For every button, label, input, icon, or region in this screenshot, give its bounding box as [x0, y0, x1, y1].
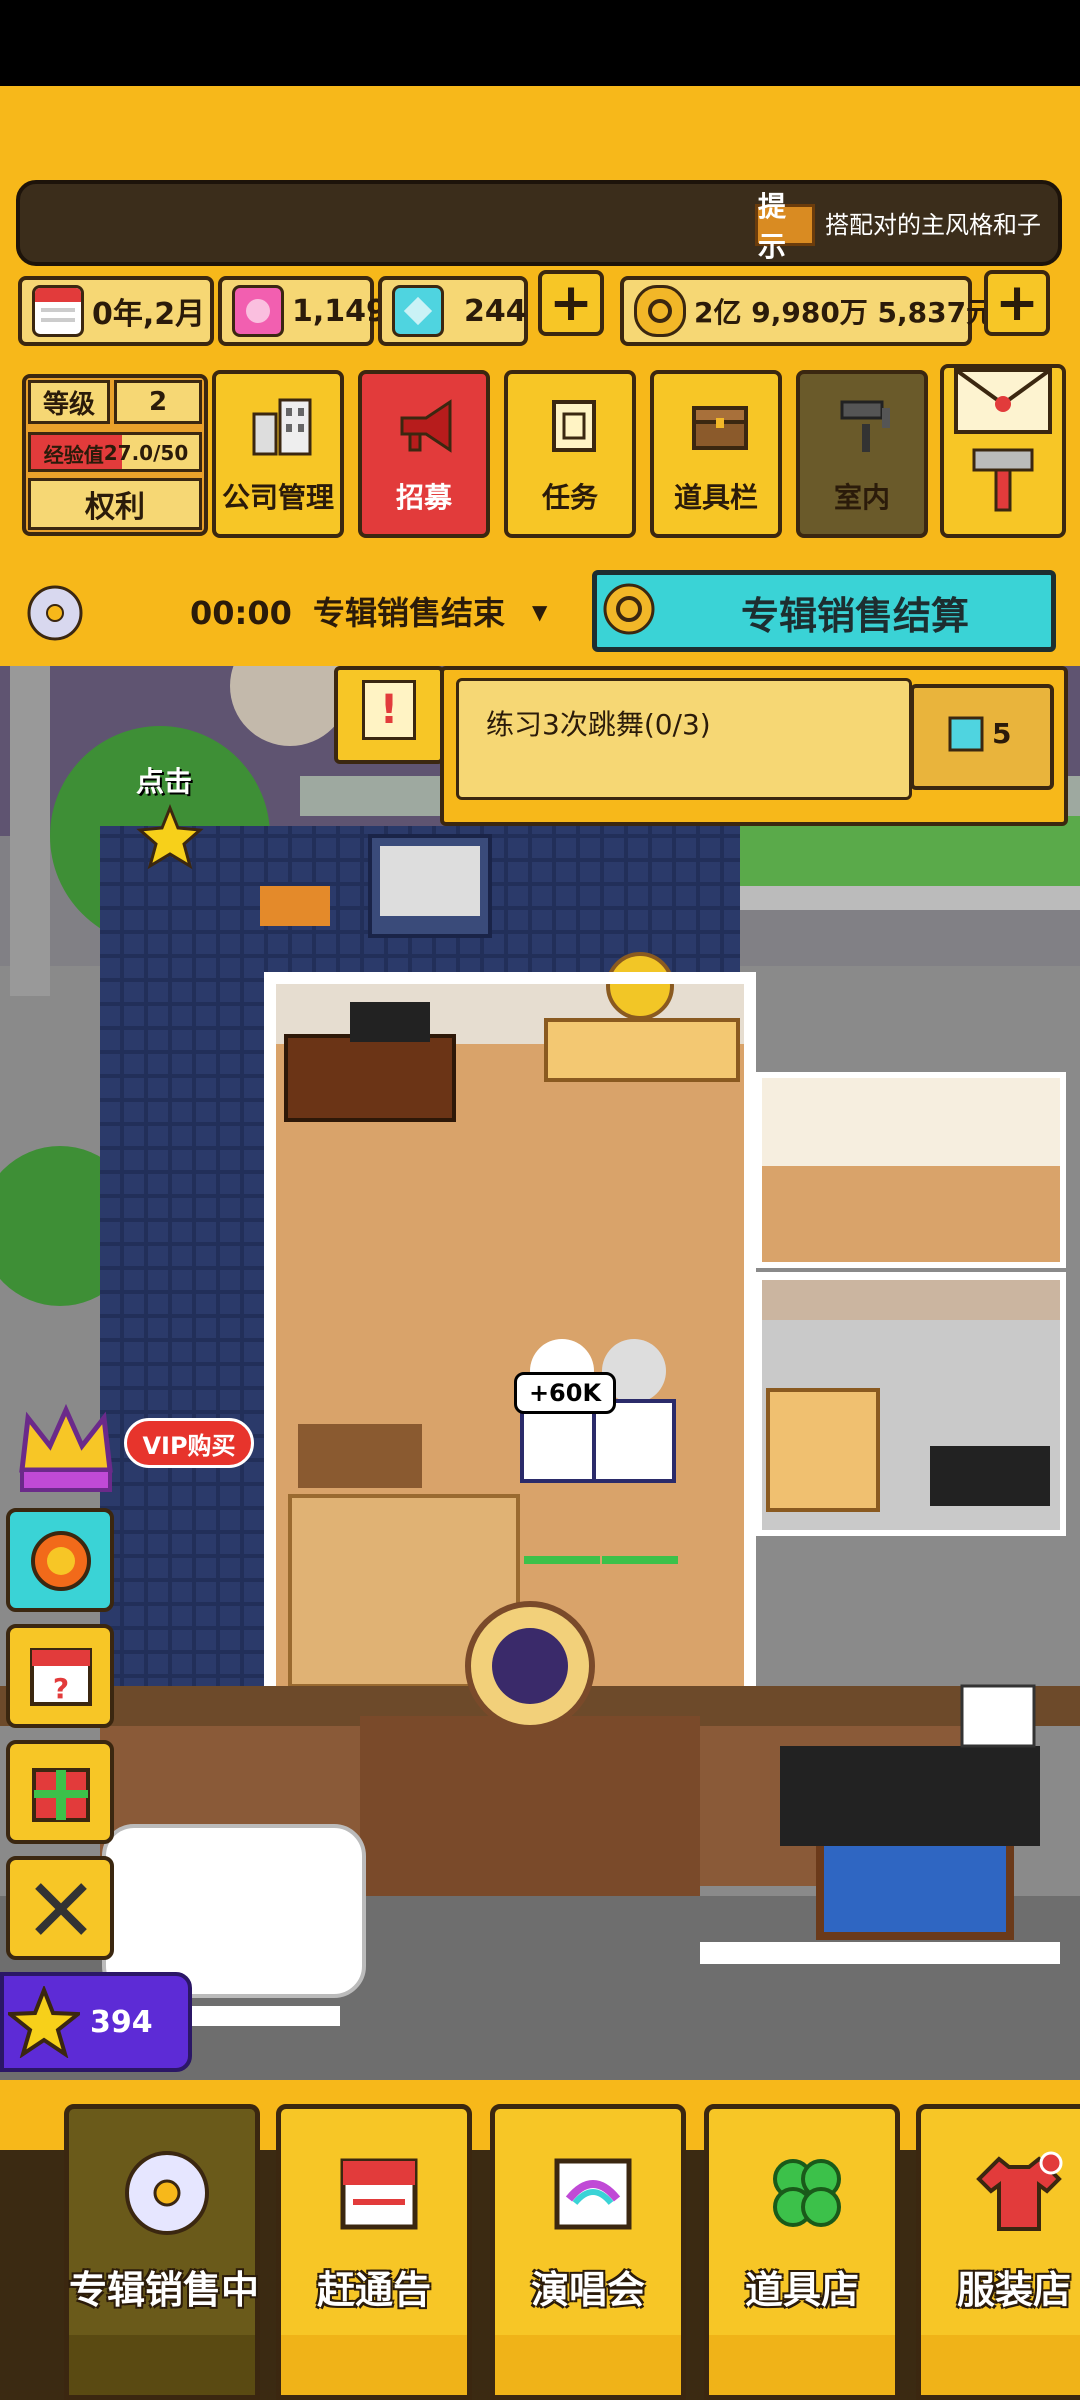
vip-purchase-button[interactable]: VIP购买	[124, 1418, 254, 1468]
exp-text: 经验值 27.0/50	[30, 433, 202, 473]
quest-alert-icon: !	[362, 680, 416, 740]
sun-event-button[interactable]	[6, 1508, 114, 1612]
inventory-button[interactable]: 道具栏	[650, 370, 782, 538]
blue-gem-icon	[392, 285, 444, 337]
calendar-icon: ?	[30, 1648, 92, 1706]
nav-gigs[interactable]: 赶通告	[276, 2104, 472, 2400]
clover-icon	[773, 2159, 841, 2227]
rights-button[interactable]: 权利	[28, 478, 202, 530]
blue-gem-count: 244	[464, 293, 527, 329]
click-hint: 点击	[136, 765, 193, 798]
inventory-label: 道具栏	[673, 481, 758, 514]
scroll-icon	[552, 400, 596, 452]
nav-strip	[495, 2335, 681, 2395]
tasks-label: 任务	[541, 481, 598, 514]
nav-strip	[709, 2335, 895, 2395]
mail-and-build-button[interactable]	[940, 364, 1066, 538]
cd-icon	[27, 585, 83, 641]
ticker-text: 搭配对的主风格和子	[825, 211, 1041, 239]
calendar-icon	[32, 285, 84, 337]
tools-button[interactable]	[6, 1856, 114, 1960]
tasks-button[interactable]: 任务	[504, 370, 636, 538]
clothes-icon	[976, 2151, 1063, 2231]
company-management-button[interactable]: 公司管理	[212, 370, 344, 538]
album-settle-label: 专辑销售结算	[740, 593, 969, 638]
interior-button[interactable]: 室内	[796, 370, 928, 538]
status-bar	[0, 0, 1080, 86]
add-money-button[interactable]: +	[984, 270, 1050, 336]
company-management-label: 公司管理	[221, 481, 334, 514]
paint-roller-icon	[840, 400, 890, 452]
sun-icon	[31, 1531, 91, 1591]
schedule-button[interactable]: ?	[6, 1624, 114, 1728]
blue-gem-display: 244	[378, 276, 528, 346]
nav-gigs-label: 赶通告	[316, 2268, 431, 2312]
crown-icon[interactable]	[16, 1400, 116, 1496]
buildings-icon	[252, 398, 312, 456]
nav-album-sales-label: 专辑销售中	[69, 2268, 260, 2312]
pink-gem-icon	[232, 285, 284, 337]
nav-clothing-shop[interactable]: 服装店	[916, 2104, 1080, 2400]
nav-clothing-shop-label: 服装店	[956, 2268, 1071, 2312]
coin-icon	[634, 285, 686, 337]
blue-gem-icon	[948, 716, 984, 752]
recruit-button[interactable]: 招募	[358, 370, 490, 538]
gift-icon	[32, 1768, 90, 1822]
level-value: 2	[114, 380, 202, 424]
gift-button[interactable]	[6, 1740, 114, 1844]
megaphone-icon	[400, 399, 452, 453]
tip-badge: 提示	[755, 190, 815, 263]
calendar-icon	[340, 2158, 418, 2230]
add-gems-button[interactable]: +	[538, 270, 604, 336]
nav-concert-label: 演唱会	[530, 2268, 645, 2312]
scissors-icon	[35, 1883, 87, 1935]
coin-icon	[603, 583, 655, 635]
nav-item-shop-label: 道具店	[744, 2268, 859, 2312]
date-text: 0年,2月	[92, 297, 206, 332]
chevron-down-icon[interactable]: ▼	[532, 602, 556, 622]
pink-gem-display: 1,149	[218, 276, 387, 346]
nav-strip	[281, 2335, 467, 2395]
nav-strip	[921, 2335, 1080, 2395]
envelope-icon	[954, 368, 1052, 434]
star-count: 394	[90, 2005, 153, 2040]
money-display: 2亿 9,980万 5,837元	[620, 276, 994, 346]
album-status: 专辑销售结束	[313, 594, 506, 632]
nav-concert[interactable]: 演唱会	[490, 2104, 686, 2400]
cd-icon	[125, 2151, 209, 2235]
album-timer: 00:00 专辑销售结束	[190, 590, 505, 636]
album-time: 00:00	[190, 594, 292, 632]
svg-text:?: ?	[53, 1672, 69, 1705]
nav-strip	[69, 2335, 255, 2395]
money-text: 2亿 9,980万 5,837元	[694, 296, 995, 329]
chest-icon	[692, 406, 748, 450]
pink-gem-count: 1,149	[292, 293, 387, 329]
exp-label: 经验值	[43, 442, 104, 467]
exp-value: 27.0/50	[103, 441, 189, 465]
recruit-label: 招募	[395, 481, 452, 514]
hammer-icon	[972, 448, 1034, 512]
quest-reward-value: 5	[992, 717, 1012, 750]
stage-icon	[554, 2158, 632, 2230]
interior-label: 室内	[833, 481, 890, 514]
nav-item-shop[interactable]: 道具店	[704, 2104, 900, 2400]
income-popup: +60K	[514, 1372, 616, 1414]
star-icon	[8, 1986, 80, 2058]
nav-album-sales[interactable]: 专辑销售中	[64, 2104, 260, 2400]
quest-text: 练习3次跳舞(0/3)	[486, 708, 711, 741]
level-label: 等级	[28, 380, 110, 424]
date-display: 0年,2月	[18, 276, 214, 346]
